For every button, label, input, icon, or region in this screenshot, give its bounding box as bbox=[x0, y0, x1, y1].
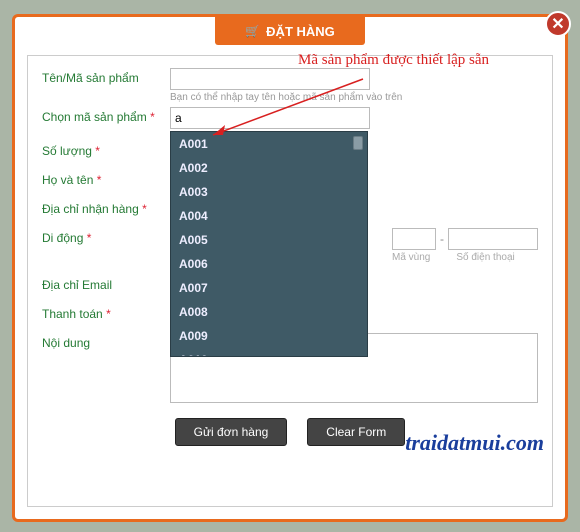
dropdown-item[interactable]: A001 bbox=[171, 132, 367, 156]
label-product-code: Chọn mã sản phẩm * bbox=[42, 107, 170, 124]
dropdown-scrollbar[interactable] bbox=[353, 136, 365, 352]
cart-icon: 🛒 bbox=[245, 24, 260, 38]
clear-button[interactable]: Clear Form bbox=[307, 418, 405, 446]
dropdown-item[interactable]: A007 bbox=[171, 276, 367, 300]
dropdown-item[interactable]: A006 bbox=[171, 252, 367, 276]
phone-number-input[interactable] bbox=[448, 228, 538, 250]
label-mobile: Di động * bbox=[42, 228, 170, 245]
dropdown-item[interactable]: A005 bbox=[171, 228, 367, 252]
product-code-input[interactable] bbox=[170, 107, 370, 129]
dropdown-item[interactable]: A004 bbox=[171, 204, 367, 228]
label-quantity: Số lượng * bbox=[42, 141, 170, 158]
phone-separator: - bbox=[440, 232, 444, 246]
label-product-name: Tên/Mã sản phẩm bbox=[42, 68, 170, 85]
form-body: Tên/Mã sản phẩm Bạn có thể nhập tay tên … bbox=[27, 55, 553, 507]
product-code-dropdown: A001 A002 A003 A004 A005 A006 A007 A008 … bbox=[170, 131, 368, 357]
area-code-input[interactable] bbox=[392, 228, 436, 250]
dropdown-item[interactable]: A003 bbox=[171, 180, 367, 204]
dropdown-item[interactable]: A002 bbox=[171, 156, 367, 180]
submit-button[interactable]: Gửi đơn hàng bbox=[175, 418, 288, 446]
label-content: Nội dung bbox=[42, 333, 170, 350]
dropdown-item[interactable]: A010 bbox=[171, 348, 367, 357]
label-fullname: Họ và tên * bbox=[42, 170, 170, 187]
phone-number-label: Số điện thoại bbox=[456, 252, 514, 263]
label-address: Địa chỉ nhận hàng * bbox=[42, 199, 170, 216]
order-modal: ✕ 🛒 ĐẶT HÀNG Tên/Mã sản phẩm Bạn có thể … bbox=[12, 14, 568, 522]
close-button[interactable]: ✕ bbox=[545, 11, 571, 37]
modal-title: ĐẶT HÀNG bbox=[266, 24, 335, 39]
close-icon: ✕ bbox=[551, 14, 564, 34]
product-name-input[interactable] bbox=[170, 68, 370, 90]
modal-header: 🛒 ĐẶT HÀNG bbox=[215, 17, 365, 45]
dropdown-item[interactable]: A009 bbox=[171, 324, 367, 348]
label-payment: Thanh toán * bbox=[42, 304, 170, 321]
label-email: Địa chỉ Email bbox=[42, 275, 170, 292]
product-name-hint: Bạn có thể nhập tay tên hoặc mã sản phẩm… bbox=[170, 92, 538, 103]
area-code-label: Mã vùng bbox=[392, 252, 430, 263]
dropdown-item[interactable]: A008 bbox=[171, 300, 367, 324]
